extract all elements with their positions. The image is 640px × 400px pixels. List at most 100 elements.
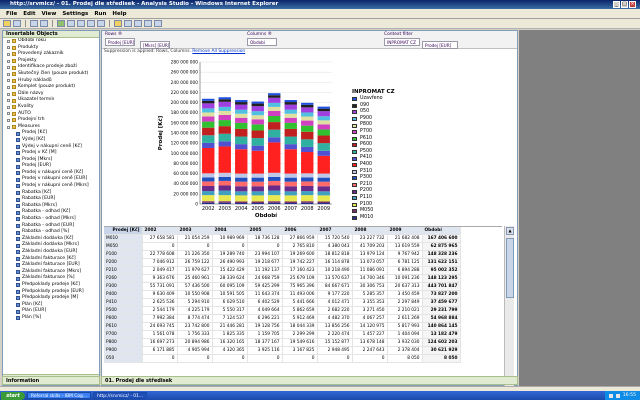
menu-edit[interactable]: Edit — [23, 11, 35, 17]
tree-node[interactable]: Rabatka - odhad [Mkrs] — [7, 216, 99, 223]
expand-icon[interactable] — [7, 52, 10, 56]
context-filter-zone[interactable]: Context filter INPROMAT CZ — [384, 32, 420, 46]
row-header[interactable]: P900 — [104, 346, 143, 356]
remove-suppression-link[interactable]: Remove All Suppression — [192, 49, 245, 54]
column-header[interactable]: 2004 — [212, 227, 248, 236]
expand-icon[interactable] — [7, 66, 10, 70]
expand-icon[interactable] — [7, 72, 10, 76]
row-header[interactable]: P200 — [104, 258, 143, 268]
row-header[interactable]: P500 — [104, 306, 143, 316]
tree-node[interactable]: Základní dodávka [Mkrs] — [7, 242, 99, 249]
tree-node[interactable]: Prodej [Mkrs] — [7, 157, 99, 164]
menu-view[interactable]: View — [41, 11, 56, 17]
expand-icon[interactable] — [7, 39, 10, 43]
rows-value[interactable]: Prodej [EUR] — [105, 38, 135, 46]
filter-icon[interactable] — [67, 20, 75, 27]
vertical-scrollbar[interactable]: ▲ ▼ — [504, 226, 514, 386]
columns-drop-zone[interactable]: Columns ® Období — [247, 32, 277, 46]
tree-node[interactable]: Předpoklady prodeje [M] — [7, 295, 99, 302]
tree-node[interactable]: Rabatka [EUR] — [7, 196, 99, 203]
tree-node[interactable]: Kvality — [7, 104, 99, 111]
tree-node[interactable]: Measures — [7, 124, 99, 131]
corner-cell[interactable]: Prodej [Kč] — [104, 227, 143, 236]
column-header[interactable]: 2009 — [387, 227, 423, 236]
tree-node[interactable]: Základní dodávka [EUR] — [7, 249, 99, 256]
column-header[interactable]: 2005 — [247, 227, 283, 236]
row-header[interactable]: P610 — [104, 322, 143, 332]
expand-icon[interactable] — [7, 92, 10, 96]
tree-node[interactable]: Období roku — [7, 38, 99, 45]
volume-icon[interactable] — [615, 393, 620, 398]
row-header[interactable]: 050 — [104, 354, 143, 364]
expand-icon[interactable] — [7, 118, 10, 122]
context-value[interactable]: INPROMAT CZ — [384, 38, 420, 46]
minimize-button[interactable]: _ — [613, 1, 620, 8]
table-icon[interactable] — [124, 20, 132, 27]
row-header[interactable]: P700 — [104, 330, 143, 340]
column-header[interactable]: 2003 — [177, 227, 213, 236]
row-header[interactable]: P100 — [104, 250, 143, 260]
swap-icon[interactable] — [134, 20, 142, 27]
redo-icon[interactable] — [40, 20, 48, 27]
tree-node[interactable]: Prodej [Kč] — [7, 130, 99, 137]
expand-icon[interactable] — [7, 46, 10, 50]
calc-icon[interactable] — [97, 20, 105, 27]
maximize-button[interactable]: □ — [621, 1, 628, 8]
tree-node[interactable]: Základní fakturace [EUR] — [7, 262, 99, 269]
save-icon[interactable] — [13, 20, 21, 27]
tree-node[interactable]: Plán [%] — [7, 315, 99, 322]
tree-node[interactable]: Plán [EUR] — [7, 308, 99, 315]
tree-node[interactable]: Provedený zákazník — [7, 51, 99, 58]
row-header[interactable]: P400 — [104, 290, 143, 300]
expand-icon[interactable] — [7, 85, 10, 89]
column-header[interactable]: 2008 — [352, 227, 388, 236]
menu-help[interactable]: Help — [112, 11, 126, 17]
sum-icon[interactable] — [87, 20, 95, 27]
expand-icon[interactable] — [7, 112, 10, 116]
tree-node[interactable]: Ukazatel termín — [7, 97, 99, 104]
tree-node[interactable]: Základní fakturace [%] — [7, 275, 99, 282]
start-button[interactable]: start — [1, 391, 25, 400]
row-header[interactable]: P300 — [104, 282, 143, 292]
tree-node[interactable]: Komplet (pouze produkt) — [7, 84, 99, 91]
rows-drop-zone[interactable]: Rows ® Prodej [EUR] — [105, 32, 135, 46]
columns-value[interactable]: Období — [247, 38, 277, 46]
tree-node[interactable]: Výdej [Kč] — [7, 137, 99, 144]
taskbar-item-cognos[interactable]: Referral skills - IBM Cog... — [27, 392, 92, 399]
close-button[interactable]: × — [629, 1, 636, 8]
expand-icon[interactable] — [7, 125, 10, 129]
menu-settings[interactable]: Settings — [62, 11, 88, 17]
expand-icon[interactable] — [7, 79, 10, 83]
sort-icon[interactable] — [77, 20, 85, 27]
report-tab[interactable]: 01. Prodej dle středisek — [105, 378, 172, 384]
tree-node[interactable]: Skutečný člen (pouze produkt) — [7, 71, 99, 78]
rows-value2[interactable]: [Mkrs] [EUR] — [140, 41, 170, 49]
run-icon[interactable] — [57, 20, 65, 27]
tree-node[interactable]: Prodej v nákupní ceně [Mkrs] — [7, 183, 99, 190]
menu-file[interactable]: File — [6, 11, 17, 17]
column-header[interactable]: 2002 — [142, 227, 178, 236]
row-header[interactable]: P600 — [104, 314, 143, 324]
tree-node[interactable]: Plán [Kč] — [7, 302, 99, 309]
row-header[interactable]: P800 — [104, 338, 143, 348]
row-header[interactable]: M050 — [104, 242, 143, 252]
tree-node[interactable]: Rabatka - odhad [%] — [7, 229, 99, 236]
expand-icon[interactable] — [7, 99, 10, 103]
network-icon[interactable] — [608, 393, 613, 398]
column-header[interactable]: Období — [422, 227, 461, 236]
menu-run[interactable]: Run — [94, 11, 106, 17]
taskbar-item-ie[interactable]: http://srvmicz/ - 01... — [93, 392, 148, 399]
tree-node[interactable]: Předpoklady prodeje [Kč] — [7, 282, 99, 289]
scroll-up-icon[interactable]: ▲ — [506, 227, 514, 235]
expand-icon[interactable] — [7, 105, 10, 109]
column-header[interactable]: 2006 — [282, 227, 318, 236]
explain-icon[interactable] — [154, 20, 162, 27]
row-header[interactable]: P260 — [104, 274, 143, 284]
row-header[interactable]: P410 — [104, 298, 143, 308]
open-icon[interactable] — [3, 20, 11, 27]
tree-node[interactable]: Identifikace prodeje zboží — [7, 64, 99, 71]
zero-suppress-icon[interactable] — [144, 20, 152, 27]
context-value2[interactable]: Prodej [EUR] — [422, 41, 458, 49]
row-header[interactable]: M010 — [104, 234, 143, 244]
chart-icon[interactable] — [114, 20, 122, 27]
